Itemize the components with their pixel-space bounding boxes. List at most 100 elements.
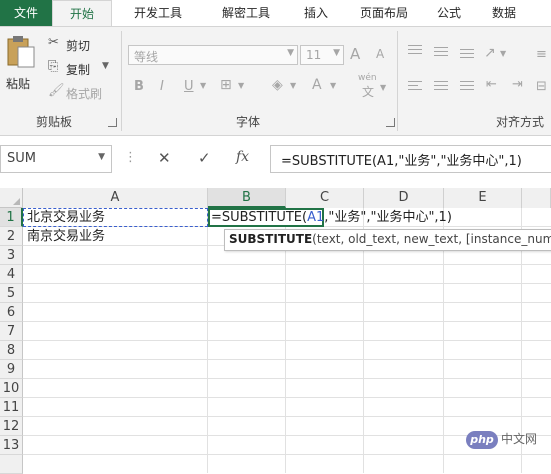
clipboard-launcher-icon[interactable] xyxy=(108,118,117,127)
wrap-text-icon[interactable]: ≡ xyxy=(536,47,547,62)
cell-a1[interactable]: 北京交易业务 xyxy=(23,208,105,227)
row-header-12[interactable]: 12 xyxy=(0,417,23,436)
paste-label: 粘贴 xyxy=(6,77,31,91)
column-header-b[interactable]: B xyxy=(208,188,286,208)
cell-a2[interactable]: 南京交易业务 xyxy=(23,227,105,246)
row-header-8[interactable]: 8 xyxy=(0,341,23,360)
font-name-dropdown[interactable]: 等线 ▼ xyxy=(128,45,298,65)
align-center-icon[interactable] xyxy=(434,81,448,93)
select-all-button[interactable] xyxy=(0,188,23,208)
gridline xyxy=(23,454,551,455)
phonetic-icon: 文 xyxy=(362,85,375,99)
cell-b1-edit-text: =SUBSTITUTE(A1,"业务","业务中心",1) xyxy=(211,208,452,227)
font-color-button[interactable]: A xyxy=(312,77,322,93)
tab-decrypt-tools[interactable]: 解密工具 xyxy=(205,0,287,26)
row-header-13[interactable]: 13 xyxy=(0,436,23,455)
chevron-down-icon[interactable]: ▼ xyxy=(238,81,244,90)
enter-button[interactable]: ✓ xyxy=(198,149,211,167)
chevron-down-icon[interactable]: ▼ xyxy=(102,61,109,71)
resize-handle-icon[interactable]: ⋮ xyxy=(124,150,137,165)
format-painter-button[interactable]: 格式刷 xyxy=(66,85,102,102)
name-box-value: SUM xyxy=(7,151,36,166)
group-divider xyxy=(121,31,122,131)
chevron-down-icon: ▼ xyxy=(98,152,105,162)
tab-data[interactable]: 数据 xyxy=(474,0,534,26)
clipboard-group-label: 剪贴板 xyxy=(36,115,73,129)
row-header-11[interactable]: 11 xyxy=(0,398,23,417)
tooltip-arguments: (text, old_text, new_text, [instance_num xyxy=(312,232,551,246)
chevron-down-icon[interactable]: ▼ xyxy=(380,83,386,92)
row-header-5[interactable]: 5 xyxy=(0,284,23,303)
tab-formulas[interactable]: 公式 xyxy=(424,0,474,26)
tooltip-function-name[interactable]: SUBSTITUTE xyxy=(229,232,312,246)
column-header-c[interactable]: C xyxy=(286,188,364,208)
tab-home[interactable]: 开始 xyxy=(52,0,112,27)
row-header-10[interactable]: 10 xyxy=(0,379,23,398)
tab-developer[interactable]: 开发工具 xyxy=(112,0,204,26)
borders-icon[interactable]: ⊞ xyxy=(220,77,232,93)
name-box[interactable]: SUM ▼ xyxy=(0,145,112,173)
row-header-1[interactable]: 1 xyxy=(0,208,23,227)
tab-page-layout[interactable]: 页面布局 xyxy=(344,0,424,26)
grow-font-button[interactable]: A xyxy=(350,45,360,63)
formula-reference: A1 xyxy=(307,210,325,225)
align-right-icon[interactable] xyxy=(460,81,474,93)
ribbon: 粘贴 ✂ 剪切 ⎘ 复制 ▼ 🖌 格式刷 剪贴板 等线 ▼ 11 ▼ A A B… xyxy=(0,26,551,136)
chevron-down-icon[interactable]: ▼ xyxy=(200,81,206,90)
gridline xyxy=(23,283,551,284)
tab-insert[interactable]: 插入 xyxy=(288,0,344,26)
phonetic-guide-button[interactable]: wén xyxy=(358,73,377,83)
insert-function-button[interactable]: fx xyxy=(236,149,249,165)
gridline xyxy=(23,397,551,398)
chevron-down-icon[interactable]: ▼ xyxy=(500,49,506,58)
merge-cells-icon[interactable]: ⊟ xyxy=(536,79,547,94)
bottom-align-icon[interactable] xyxy=(460,49,474,61)
orientation-icon[interactable]: ↗ xyxy=(484,45,496,61)
cut-button[interactable]: 剪切 xyxy=(66,37,90,54)
row-header-14[interactable] xyxy=(0,455,23,474)
watermark-text: 中文网 xyxy=(501,432,538,446)
column-header-d[interactable]: D xyxy=(364,188,444,208)
alignment-group-label: 对齐方式 xyxy=(496,115,545,129)
underline-button[interactable]: U xyxy=(184,79,194,94)
row-header-3[interactable]: 3 xyxy=(0,246,23,265)
middle-align-icon[interactable] xyxy=(434,47,448,59)
align-left-icon[interactable] xyxy=(408,81,422,93)
gridline xyxy=(23,264,551,265)
fill-color-icon[interactable]: ◈ xyxy=(272,77,283,93)
bold-button[interactable]: B xyxy=(134,79,144,94)
chevron-down-icon[interactable]: ▼ xyxy=(330,81,336,90)
cancel-button[interactable]: ✕ xyxy=(158,149,171,167)
paste-icon xyxy=(7,36,35,68)
top-align-icon[interactable] xyxy=(408,45,422,57)
font-launcher-icon[interactable] xyxy=(386,118,395,127)
chevron-down-icon[interactable]: ▼ xyxy=(290,81,296,90)
font-size-dropdown[interactable]: 11 ▼ xyxy=(300,45,344,65)
row-header-4[interactable]: 4 xyxy=(0,265,23,284)
formula-input[interactable]: =SUBSTITUTE(A1,"业务","业务中心",1) xyxy=(270,145,551,173)
row-header-9[interactable]: 9 xyxy=(0,360,23,379)
paste-button[interactable]: 粘贴 xyxy=(4,35,38,95)
watermark-logo: php xyxy=(466,430,498,449)
formula-text: =SUBSTITUTE(A1,"业务","业务中心",1) xyxy=(281,154,522,169)
copy-icon: ⎘ xyxy=(48,59,59,74)
row-header-7[interactable]: 7 xyxy=(0,322,23,341)
function-tooltip: SUBSTITUTE(text, old_text, new_text, [in… xyxy=(224,229,551,251)
row-header-6[interactable]: 6 xyxy=(0,303,23,322)
gridline xyxy=(23,302,551,303)
increase-indent-icon[interactable]: ⇥ xyxy=(512,77,523,92)
copy-button[interactable]: 复制 xyxy=(66,61,90,78)
tab-file[interactable]: 文件 xyxy=(0,0,52,26)
column-header-bar: A B C D E xyxy=(23,188,551,208)
row-header-2[interactable]: 2 xyxy=(0,227,23,246)
shrink-font-button[interactable]: A xyxy=(376,47,384,61)
formula-prefix: =SUBSTITUTE( xyxy=(211,210,308,225)
column-header-a[interactable]: A xyxy=(23,188,208,208)
formula-buttons: ✕ ✓ fx xyxy=(146,145,264,173)
column-header-f[interactable] xyxy=(522,188,551,208)
decrease-indent-icon[interactable]: ⇤ xyxy=(486,77,497,92)
font-group-label: 字体 xyxy=(236,115,261,129)
italic-button[interactable]: I xyxy=(160,79,164,94)
chevron-down-icon: ▼ xyxy=(333,48,340,58)
column-header-e[interactable]: E xyxy=(444,188,522,208)
